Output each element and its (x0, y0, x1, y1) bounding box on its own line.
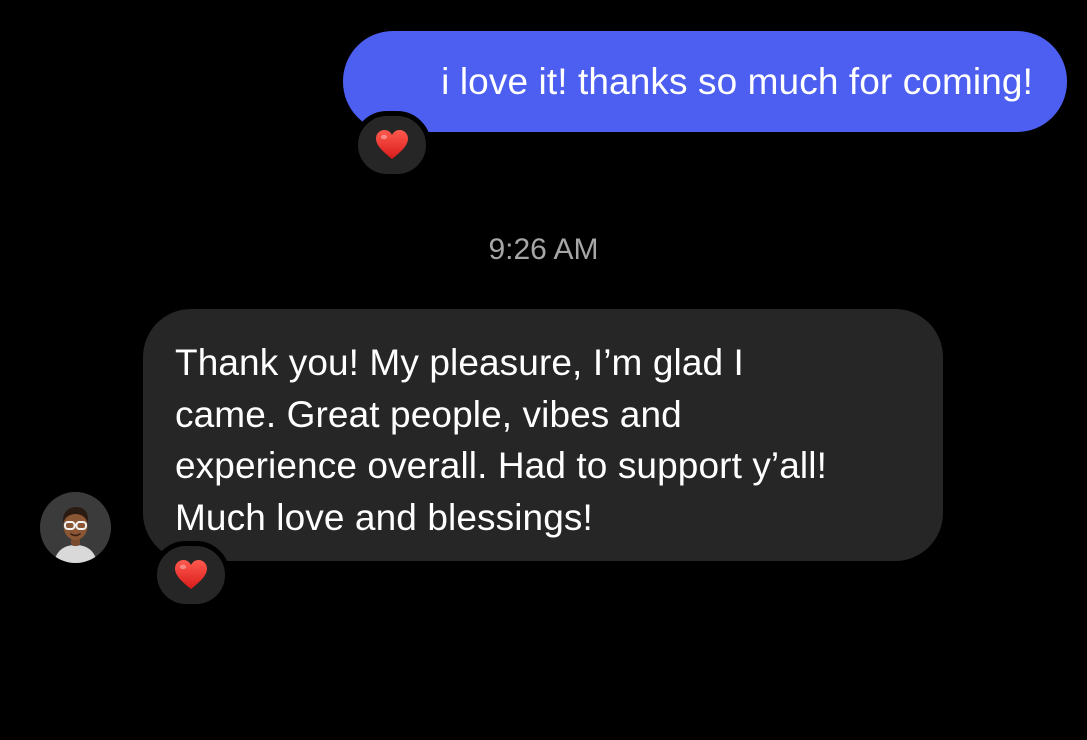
heart-icon (376, 130, 408, 159)
incoming-message-line: Thank you! My pleasure, I’m glad I (175, 342, 744, 383)
outgoing-message-bubble[interactable]: i love it! thanks so much for coming! (343, 31, 1067, 132)
incoming-message-line: Much love and blessings! (175, 496, 593, 538)
incoming-message-reaction[interactable] (152, 541, 230, 609)
message-timestamp: 9:26 AM (488, 233, 599, 266)
sender-avatar[interactable] (40, 492, 111, 563)
outgoing-message-text: i love it! thanks so much for coming! (441, 60, 1033, 102)
incoming-message-line: came. Great people, vibes and (175, 393, 682, 435)
incoming-message-bubble[interactable]: Thank you! My pleasure, I’m glad I came.… (143, 309, 943, 561)
outgoing-message-reaction[interactable] (353, 111, 431, 179)
heart-icon (175, 560, 207, 589)
message-thread: i love it! thanks so much for coming! 9:… (0, 0, 1087, 740)
incoming-message-line: experience overall. Had to support y’all… (175, 445, 827, 486)
memoji-avatar-icon (40, 492, 111, 563)
